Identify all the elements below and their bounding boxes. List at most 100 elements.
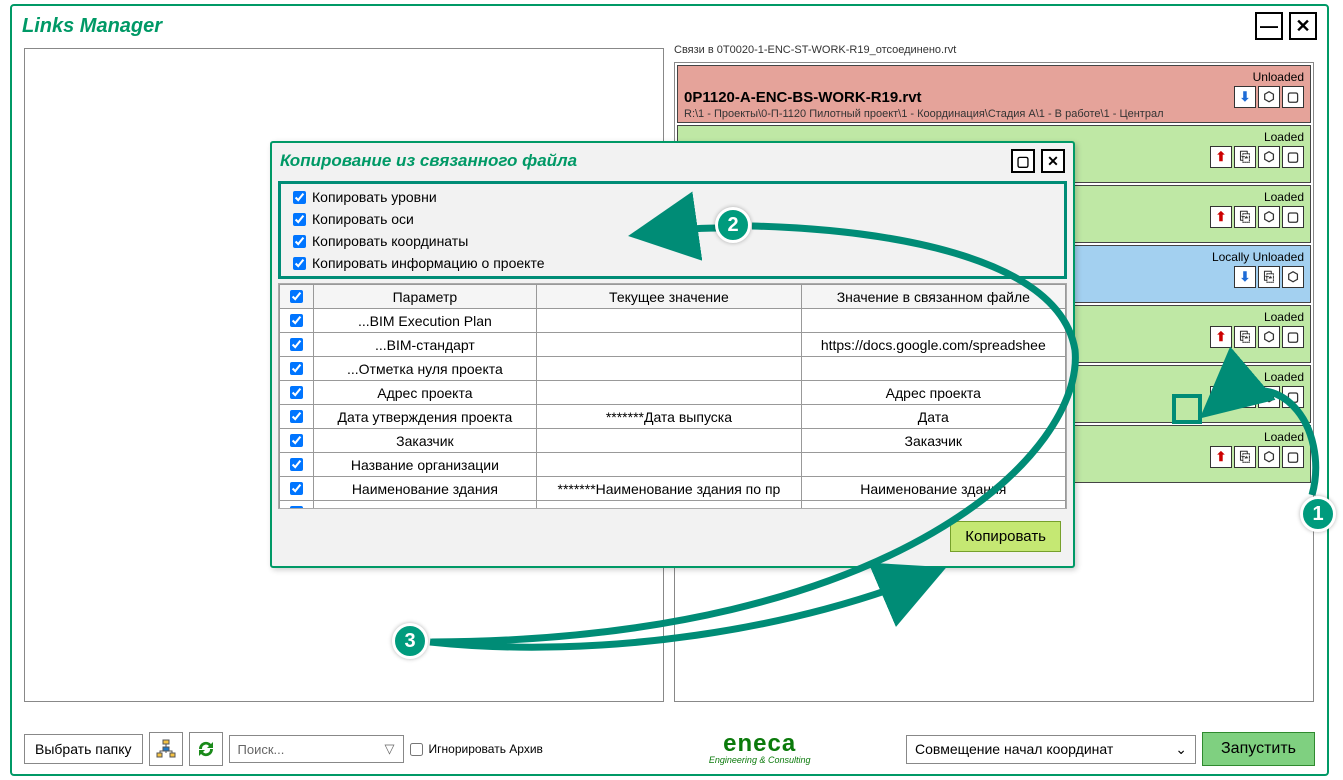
choose-folder-button[interactable]: Выбрать папку	[24, 734, 143, 764]
cell-current	[537, 333, 801, 357]
link-action-icon[interactable]: ⬆	[1210, 446, 1232, 468]
link-action-icon[interactable]: ⎘	[1234, 326, 1256, 348]
copy-option-checkbox[interactable]	[293, 213, 306, 226]
link-action-icon[interactable]: ⬇	[1234, 86, 1256, 108]
row-checkbox[interactable]	[290, 482, 303, 495]
cell-parameter: ...BIM Execution Plan	[313, 309, 537, 333]
link-action-icon[interactable]: ⬇	[1234, 266, 1256, 288]
table-row[interactable]: Заказчик Заказчик	[280, 429, 1066, 453]
link-card[interactable]: Unloaded 0P1120-A-ENC-BS-WORK-R19.rvt ⬇⬡…	[677, 65, 1311, 123]
link-action-icon[interactable]: ▢	[1282, 386, 1304, 408]
row-checkbox[interactable]	[290, 314, 303, 327]
ignore-archive-checkbox[interactable]	[410, 743, 423, 756]
search-input[interactable]: Поиск... ▽	[229, 735, 404, 763]
link-action-icon[interactable]: ⎘	[1258, 266, 1280, 288]
app-title: Links Manager	[22, 15, 162, 38]
link-action-icon[interactable]: ⬡	[1258, 326, 1280, 348]
link-action-icon[interactable]: ▢	[1282, 446, 1304, 468]
copy-option-checkbox[interactable]	[293, 257, 306, 270]
copy-option-checkbox[interactable]	[293, 235, 306, 248]
table-row[interactable]: Дата утверждения проекта *******Дата вып…	[280, 405, 1066, 429]
link-action-icon[interactable]: ⬡	[1258, 206, 1280, 228]
cell-parameter: Дата утверждения проекта	[313, 405, 537, 429]
row-checkbox[interactable]	[290, 338, 303, 351]
cell-parameter: ...BIM-стандарт	[313, 333, 537, 357]
refresh-icon[interactable]	[189, 732, 223, 766]
cell-linked: Наименование здания	[801, 477, 1065, 501]
cell-current	[537, 309, 801, 333]
hierarchy-icon[interactable]	[149, 732, 183, 766]
annotation-2: 2	[715, 207, 751, 243]
table-row[interactable]: Название организации	[280, 453, 1066, 477]
cell-linked: Наименование проекта	[801, 501, 1065, 510]
table-row[interactable]: ...Отметка нуля проекта	[280, 357, 1066, 381]
cell-linked: Дата	[801, 405, 1065, 429]
link-action-icon[interactable]: ⎘	[1234, 146, 1256, 168]
link-action-icon[interactable]: ⬡	[1258, 446, 1280, 468]
select-all-checkbox[interactable]	[290, 290, 303, 303]
link-action-icon[interactable]: ⬡	[1258, 146, 1280, 168]
row-checkbox[interactable]	[290, 362, 303, 375]
copy-button[interactable]: Копировать	[950, 521, 1061, 552]
cell-current	[537, 429, 801, 453]
filter-icon: ▽	[385, 741, 395, 757]
link-action-icon[interactable]: ▢	[1282, 206, 1304, 228]
cell-linked	[801, 453, 1065, 477]
cell-linked: https://docs.google.com/spreadshee	[801, 333, 1065, 357]
link-action-icon[interactable]: ⬆	[1210, 146, 1232, 168]
parameter-table[interactable]: Параметр Текущее значение Значение в свя…	[278, 283, 1067, 509]
cell-parameter: Заказчик	[313, 429, 537, 453]
table-row[interactable]: ...BIM-стандарт https://docs.google.com/…	[280, 333, 1066, 357]
cell-parameter: ...Отметка нуля проекта	[313, 357, 537, 381]
link-action-icon[interactable]: ⎘	[1234, 386, 1256, 408]
logo: eneca Engineering & Consulting	[709, 733, 811, 765]
table-row[interactable]: ...BIM Execution Plan	[280, 309, 1066, 333]
placement-dropdown[interactable]: Совмещение начал координат ⌄	[906, 735, 1196, 764]
row-checkbox[interactable]	[290, 434, 303, 447]
row-checkbox[interactable]	[290, 458, 303, 471]
cell-current	[537, 381, 801, 405]
table-row[interactable]: Наименование проекта *******Наименование…	[280, 501, 1066, 510]
right-panel-header: Связи в 0T0020-1-ENC-ST-WORK-R19_отсоеди…	[674, 44, 956, 56]
link-status: Unloaded	[684, 70, 1304, 84]
link-action-icon[interactable]: ⬡	[1258, 86, 1280, 108]
dialog-title: Копирование из связанного файла	[280, 151, 577, 171]
title-bar: Links Manager — ✕	[12, 6, 1327, 46]
link-action-icon[interactable]: ▢	[1282, 146, 1304, 168]
link-action-icon[interactable]: ⎘	[1234, 446, 1256, 468]
link-action-icon[interactable]: ⬡	[1282, 266, 1304, 288]
cell-current	[537, 453, 801, 477]
copy-option-label: Копировать координаты	[312, 233, 468, 249]
cell-linked: Адрес проекта	[801, 381, 1065, 405]
copy-options-frame: Копировать уровниКопировать осиКопироват…	[278, 181, 1067, 279]
cell-parameter: Наименование проекта	[313, 501, 537, 510]
cell-linked	[801, 309, 1065, 333]
cell-parameter: Название организации	[313, 453, 537, 477]
link-action-icon[interactable]: ⎘	[1234, 206, 1256, 228]
row-checkbox[interactable]	[290, 506, 303, 509]
cell-current: *******Наименование проекта по п	[537, 501, 801, 510]
col-parameter: Параметр	[313, 285, 537, 309]
link-action-icon[interactable]: ▢	[1282, 326, 1304, 348]
copy-option-checkbox[interactable]	[293, 191, 306, 204]
link-action-icon[interactable]: ▢	[1282, 86, 1304, 108]
row-checkbox[interactable]	[290, 410, 303, 423]
link-action-icon[interactable]: ⬡	[1258, 386, 1280, 408]
cell-linked	[801, 357, 1065, 381]
row-checkbox[interactable]	[290, 386, 303, 399]
link-action-icon[interactable]: ⬆	[1210, 386, 1232, 408]
dialog-maximize-button[interactable]: ▢	[1011, 149, 1035, 173]
link-action-icon[interactable]: ⬆	[1210, 206, 1232, 228]
close-button[interactable]: ✕	[1289, 12, 1317, 40]
table-row[interactable]: Адрес проекта Адрес проекта	[280, 381, 1066, 405]
cell-current: *******Наименование здания по пр	[537, 477, 801, 501]
dialog-close-button[interactable]: ✕	[1041, 149, 1065, 173]
minimize-button[interactable]: —	[1255, 12, 1283, 40]
copy-option-label: Копировать оси	[312, 211, 414, 227]
table-row[interactable]: Наименование здания *******Наименование …	[280, 477, 1066, 501]
link-action-icon[interactable]: ⬆	[1210, 326, 1232, 348]
copy-dialog: Копирование из связанного файла ▢ ✕ Копи…	[270, 141, 1075, 568]
search-placeholder: Поиск...	[238, 742, 285, 757]
cell-current	[537, 357, 801, 381]
run-button[interactable]: Запустить	[1202, 732, 1315, 766]
